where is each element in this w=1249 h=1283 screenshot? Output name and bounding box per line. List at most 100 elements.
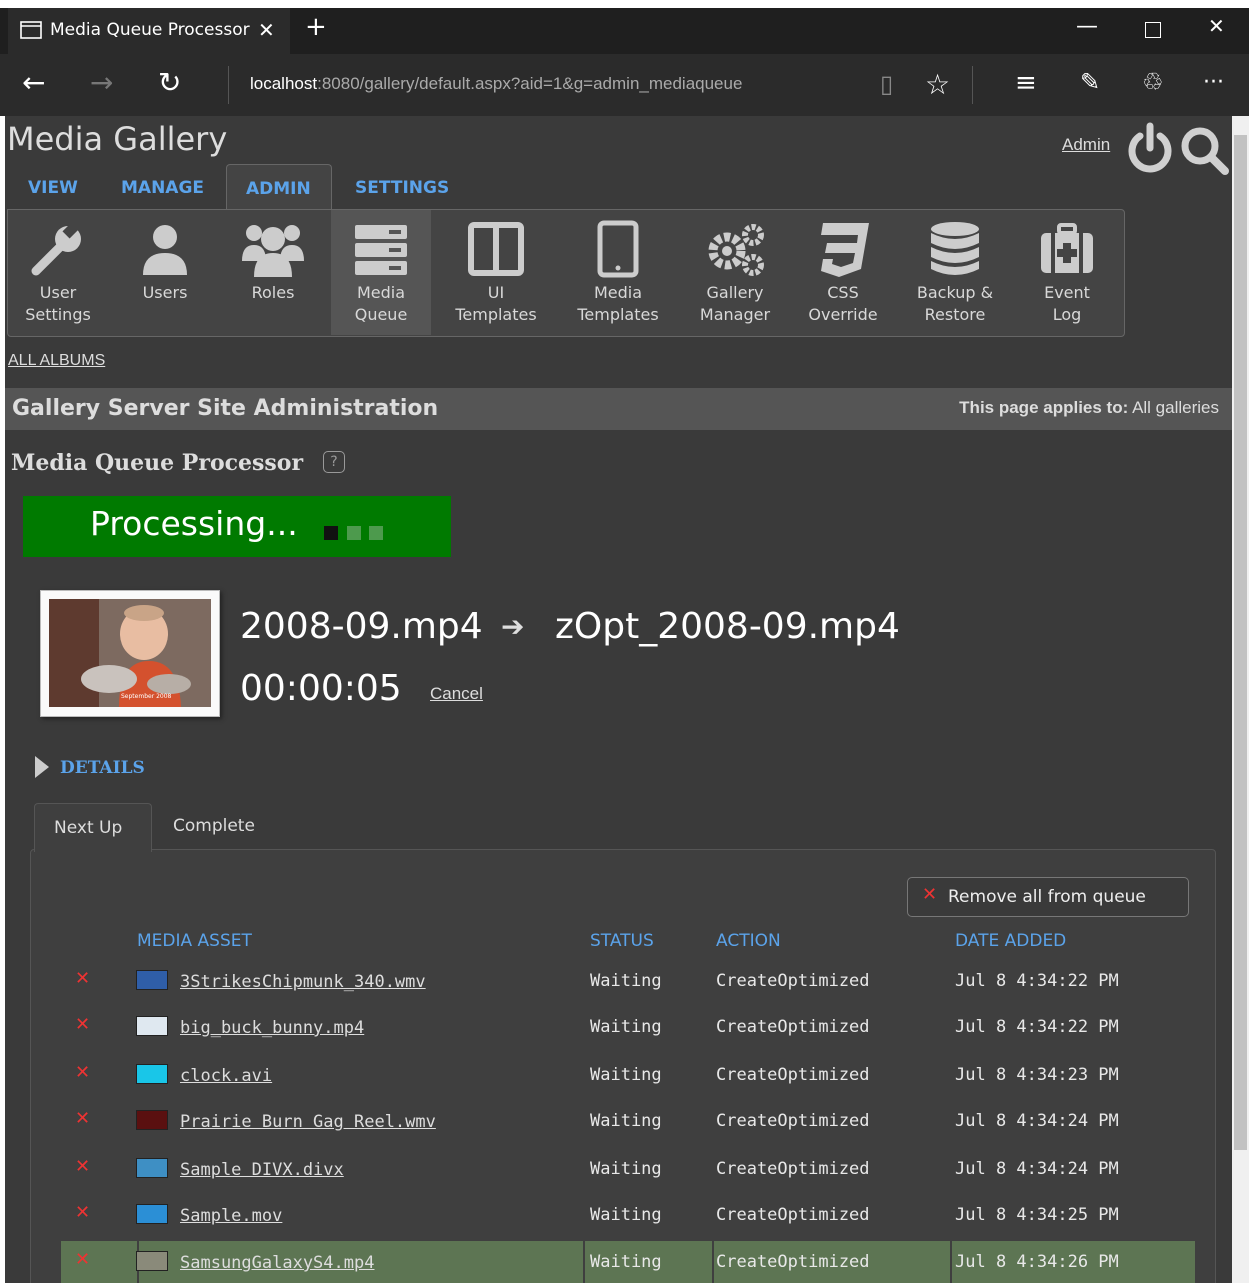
toolbar-label: Templates	[455, 305, 537, 324]
address-bar: ← → ↻ localhost:8080/gallery/default.asp…	[0, 54, 1249, 116]
remove-x-icon: ✕	[922, 884, 938, 905]
toolbar-label: Users	[142, 283, 188, 302]
asset-link[interactable]: Prairie Burn Gag Reel.wmv	[180, 1112, 436, 1132]
tab-view[interactable]: VIEW	[28, 178, 78, 198]
toolbar-css-override[interactable]: CSS Override	[789, 216, 897, 326]
remove-all-button[interactable]: ✕ Remove all from queue	[907, 877, 1189, 917]
progress-dot	[324, 526, 338, 540]
toolbar-label: Backup &	[916, 283, 994, 302]
elapsed-time: 00:00:05	[240, 668, 402, 709]
col-header-media-asset[interactable]: MEDIA ASSET	[137, 931, 252, 951]
toolbar-label: User	[39, 283, 77, 302]
asset-link[interactable]: clock.avi	[180, 1066, 272, 1086]
page-title: Media Queue Processor	[11, 450, 304, 476]
toolbar-label: Media	[356, 283, 406, 302]
toolbar-ui-templates[interactable]: UI Templates	[442, 216, 550, 326]
url-field[interactable]: localhost:8080/gallery/default.aspx?aid=…	[250, 74, 742, 94]
search-icon[interactable]	[1178, 124, 1230, 176]
window-close-icon[interactable]: ✕	[1208, 14, 1225, 38]
toolbar-backup-restore[interactable]: Backup & Restore	[901, 216, 1009, 326]
progress-dot	[347, 526, 361, 540]
divider	[972, 66, 973, 104]
asset-link[interactable]: 3StrikesChipmunk_340.wmv	[180, 972, 426, 992]
source-filename: 2008-09.mp4	[240, 606, 483, 647]
forward-icon[interactable]: →	[90, 66, 113, 99]
asset-link[interactable]: SamsungGalaxyS4.mp4	[180, 1253, 374, 1273]
tab-complete[interactable]: Complete	[173, 816, 255, 836]
tab-settings[interactable]: SETTINGS	[355, 178, 449, 198]
logout-power-icon[interactable]	[1126, 122, 1174, 174]
toolbar-roles[interactable]: Roles	[219, 216, 327, 304]
tab-page-icon	[20, 21, 42, 39]
breadcrumb[interactable]: ALL ALBUMS	[8, 352, 105, 370]
col-header-action[interactable]: ACTION	[716, 931, 781, 951]
browser-tab[interactable]: Media Queue Processor ✕	[8, 8, 290, 54]
expand-triangle-icon[interactable]	[35, 756, 49, 778]
url-path: :8080/gallery/default.aspx?aid=1&g=admin…	[317, 74, 743, 93]
back-icon[interactable]: ←	[22, 66, 45, 99]
remove-all-label: Remove all from queue	[948, 887, 1146, 907]
divider	[228, 66, 229, 104]
video-thumbnail-image	[49, 599, 211, 707]
more-icon[interactable]: ···	[1203, 70, 1224, 95]
col-header-date-added[interactable]: DATE ADDED	[955, 931, 1066, 951]
server-icon	[355, 225, 407, 275]
tab-admin[interactable]: ADMIN	[246, 179, 311, 199]
asset-link[interactable]: Sample.mov	[180, 1206, 282, 1226]
target-filename: zOpt_2008-09.mp4	[555, 606, 900, 647]
toolbar-label: Roles	[251, 283, 295, 302]
toolbar-gallery-manager[interactable]: Gallery Manager	[681, 216, 789, 326]
toolbar-label: Manager	[699, 305, 771, 324]
toolbar-label: Media	[593, 283, 643, 302]
new-tab-icon[interactable]: +	[305, 14, 327, 40]
medkit-icon	[1041, 223, 1093, 273]
toolbar-event-log[interactable]: Event Log	[1013, 216, 1121, 326]
col-header-status[interactable]: STATUS	[590, 931, 654, 951]
hub-icon[interactable]: ≡	[1015, 68, 1037, 98]
asset-link[interactable]: big_buck_bunny.mp4	[180, 1018, 364, 1038]
toolbar-label: UI	[487, 283, 505, 302]
reading-view-icon[interactable]: ▯	[880, 70, 893, 98]
share-icon[interactable]: ♲	[1142, 68, 1164, 96]
cancel-link[interactable]: Cancel	[430, 684, 483, 704]
admin-bar-title: Gallery Server Site Administration	[12, 396, 439, 421]
site-title: Media Gallery	[7, 120, 228, 158]
user-icon	[143, 225, 187, 275]
applies-value: All galleries	[1132, 398, 1219, 417]
tablet-icon	[597, 220, 639, 278]
toolbar-user-settings[interactable]: User Settings	[5, 216, 112, 326]
tab-title: Media Queue Processor	[50, 20, 250, 40]
tab-close-icon[interactable]: ✕	[258, 18, 275, 42]
url-host: localhost	[250, 74, 318, 93]
toolbar-label: Restore	[924, 305, 986, 324]
toolbar-users[interactable]: Users	[111, 216, 219, 304]
toolbar-label: Gallery	[706, 283, 764, 302]
toolbar-label: CSS	[827, 283, 859, 302]
minimize-icon[interactable]: —	[1076, 14, 1098, 39]
asset-link[interactable]: Sample DIVX.divx	[180, 1160, 344, 1180]
tab-next-up-label[interactable]: Next Up	[54, 818, 122, 838]
maximize-icon[interactable]	[1145, 22, 1161, 38]
toolbar-label: Override	[808, 305, 878, 324]
gears-icon	[708, 224, 764, 276]
details-toggle[interactable]: DETAILS	[60, 758, 145, 778]
tab-manage[interactable]: MANAGE	[121, 178, 204, 198]
toolbar-label: Settings	[25, 305, 91, 324]
applies-label: This page applies to:	[959, 398, 1129, 417]
css3-icon	[821, 223, 869, 277]
toolbar-media-templates[interactable]: Media Templates	[564, 216, 672, 326]
database-icon	[931, 222, 979, 275]
web-note-icon[interactable]: ✎	[1080, 68, 1100, 96]
page: Media Gallery Admin VIEW MANAGE ADMIN SE…	[5, 116, 1232, 1283]
current-thumbnail: September 2008	[40, 590, 220, 717]
help-icon[interactable]: ?	[323, 451, 345, 473]
toolbar-label: Event	[1044, 283, 1090, 302]
arrow-right-icon: ➔	[501, 610, 525, 643]
favorite-star-icon[interactable]: ☆	[925, 68, 950, 101]
wrench-icon	[31, 221, 81, 276]
toolbar-media-queue[interactable]: Media Queue	[327, 216, 435, 326]
refresh-icon[interactable]: ↻	[158, 66, 181, 99]
status-text: Processing...	[90, 504, 298, 543]
user-link[interactable]: Admin	[1062, 135, 1110, 155]
scrollbar-thumb[interactable]	[1234, 135, 1247, 1150]
